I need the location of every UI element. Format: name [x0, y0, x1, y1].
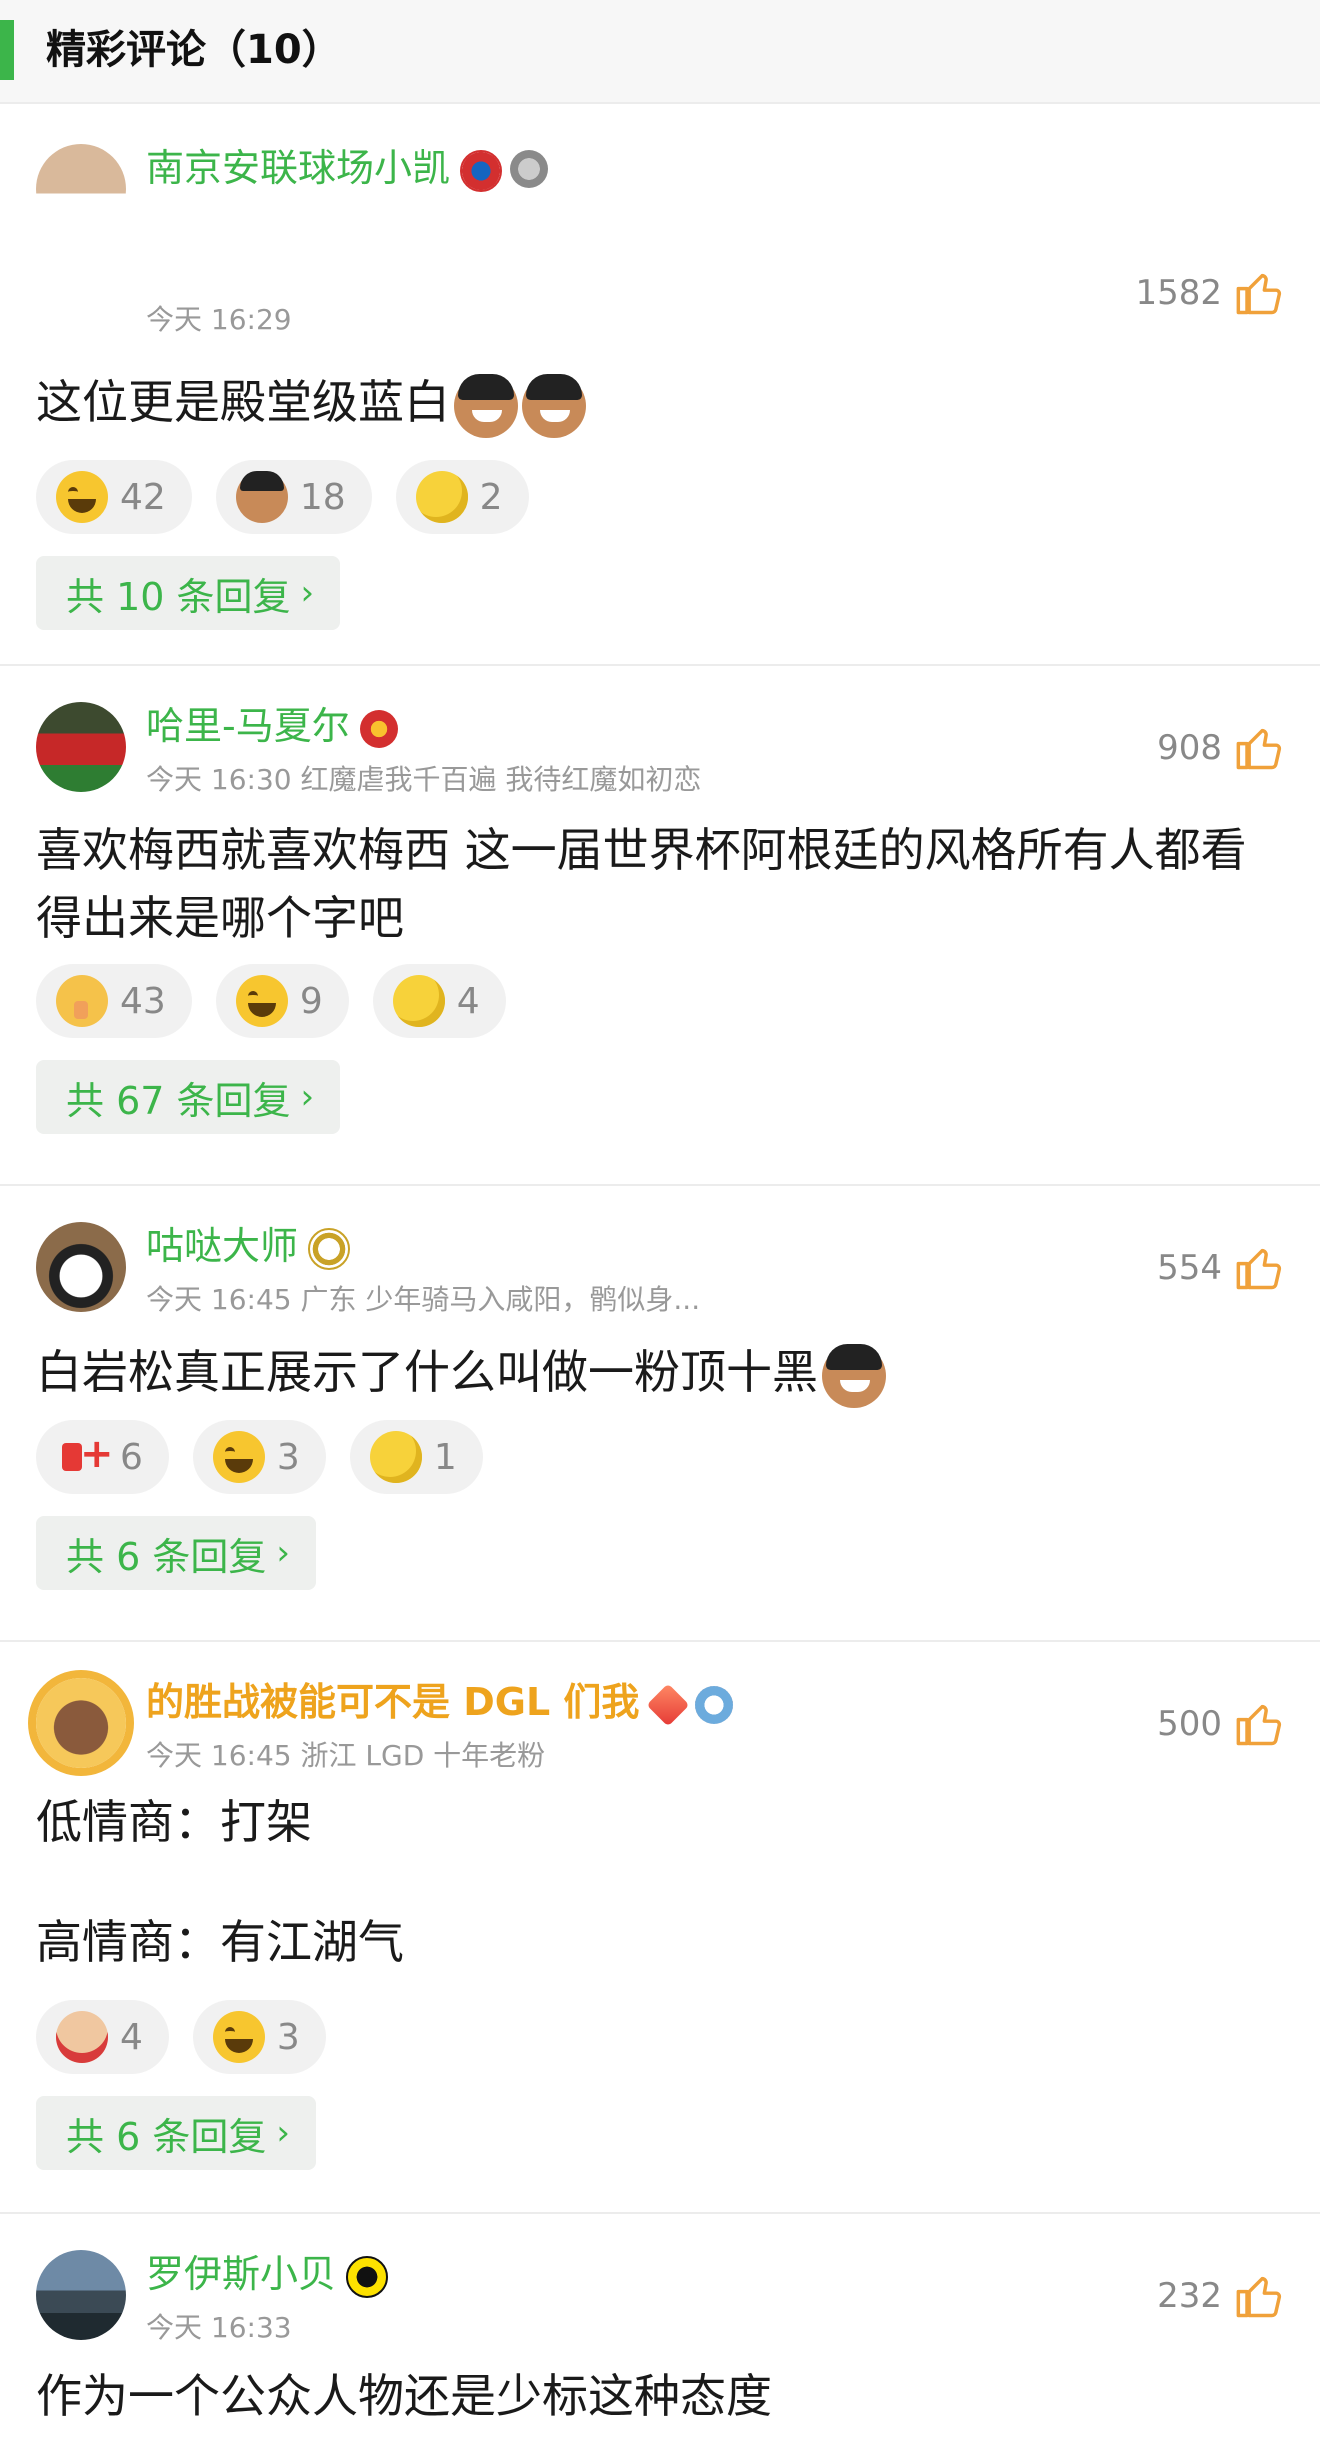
comment-username[interactable]: 罗伊斯小贝	[146, 2250, 389, 2298]
reaction-chip[interactable]: 1	[349, 1420, 483, 1494]
reaction-bar: 4 3	[36, 2000, 326, 2074]
thumbs-up-icon	[1236, 1248, 1282, 1290]
diamond-badge-icon	[646, 1683, 690, 1726]
cap-face-icon	[522, 373, 586, 438]
reaction-chip[interactable]: 43	[36, 964, 192, 1038]
reaction-chip[interactable]: 3	[192, 2000, 326, 2074]
view-replies-button[interactable]: 共 10 条回复 ›	[36, 556, 341, 630]
laugh-cry-icon	[56, 471, 108, 523]
reaction-chip[interactable]: 4	[36, 2000, 169, 2074]
comment-meta: 今天 16:30 红魔虐我千百遍 我待红魔如初恋	[146, 763, 702, 796]
comment-item: 南京安联球场小凯 今天 16:29 1582 这位更是殿堂级蓝白 42 18 2…	[0, 104, 1320, 666]
comment-username[interactable]: 南京安联球场小凯	[146, 144, 549, 192]
reaction-chip[interactable]: 3	[192, 1420, 326, 1494]
like-button[interactable]: 908	[1157, 722, 1286, 774]
laugh-cry-icon	[235, 975, 288, 1027]
thumbs-up-icon	[1236, 273, 1282, 315]
bvb-badge-icon	[346, 2255, 389, 2298]
laugh-cry-icon	[212, 2011, 265, 2063]
reaction-chip[interactable]: 6	[36, 1420, 169, 1494]
reaction-chip[interactable]: 9	[215, 964, 349, 1038]
cap-face-icon	[235, 471, 288, 523]
comment-username[interactable]: 哈里-马夏尔	[146, 702, 398, 750]
comment-meta: 今天 16:45 浙江 LGD 十年老粉	[146, 1739, 546, 1772]
thumbs-up-icon	[1236, 728, 1282, 770]
comment-meta: 今天 16:45 广东 少年骑马入咸阳，鹘似身...	[146, 1283, 701, 1316]
view-replies-button[interactable]: 共 6 条回复 ›	[36, 2096, 316, 2170]
replies-label: 共 6 条回复	[66, 2114, 267, 2159]
comment-item: 哈里-马夏尔 今天 16:30 红魔虐我千百遍 我待红魔如初恋 908 喜欢梅西…	[0, 666, 1320, 1186]
lemon-icon	[392, 975, 445, 1027]
avatar[interactable]	[36, 702, 126, 792]
facepalm-cartoon-icon	[56, 2011, 108, 2063]
comment-item: 咕哒大师 今天 16:45 广东 少年骑马入咸阳，鹘似身... 554 白岩松真…	[0, 1186, 1320, 1642]
view-replies-button[interactable]: 共 6 条回复 ›	[36, 1516, 316, 1590]
replies-label: 共 10 条回复	[66, 574, 291, 619]
thumbs-up-icon	[1236, 1704, 1282, 1746]
thumbs-up-icon	[1236, 2276, 1282, 2318]
like-count: 908	[1157, 728, 1222, 768]
section-header: 精彩评论（10）	[0, 0, 1320, 104]
reaction-bar: 6 3 1	[36, 1420, 483, 1494]
reaction-bar: 42 18 2	[36, 460, 529, 534]
real-madrid-badge-icon	[308, 1227, 351, 1270]
like-count: 554	[1157, 1248, 1222, 1288]
comment-text: 这位更是殿堂级蓝白	[36, 368, 1260, 438]
comment-text: 喜欢梅西就喜欢梅西 这一届世界杯阿根廷的风格所有人都看得出来是哪个字吧	[36, 823, 1247, 945]
laugh-cry-icon	[212, 1431, 265, 1483]
comment-username[interactable]: 咕哒大师	[146, 1222, 351, 1270]
like-button[interactable]: 554	[1157, 1242, 1286, 1294]
man-city-badge-icon	[695, 1685, 734, 1724]
comment-text: 白岩松真正展示了什么叫做一粉顶十黑	[36, 1338, 1260, 1408]
chevron-right-icon: ›	[300, 573, 315, 613]
replies-label: 共 67 条回复	[66, 1078, 291, 1123]
cap-face-icon	[822, 1343, 886, 1408]
fc-bayern-badge-icon	[460, 149, 503, 192]
comment-meta: 今天 16:29	[146, 303, 292, 336]
comment-item: 的胜战被能可不是 DGL 们我 今天 16:45 浙江 LGD 十年老粉 500…	[0, 1642, 1320, 2214]
comment-item: 罗伊斯小贝 今天 16:33 232 作为一个公众人物还是少标这种态度	[0, 2214, 1320, 2460]
comment-text: 低情商：打架 高情商：有江湖气	[36, 1795, 404, 1969]
avatar[interactable]	[36, 1222, 126, 1312]
shush-icon	[56, 975, 108, 1027]
chevron-right-icon: ›	[276, 2113, 290, 2153]
reaction-bar: 43 9 4	[36, 964, 506, 1038]
plus-one-icon	[56, 1431, 114, 1483]
replies-label: 共 6 条回复	[66, 1534, 267, 1579]
lemon-icon	[415, 471, 468, 523]
avatar[interactable]	[36, 1678, 126, 1768]
section-accent-bar	[0, 20, 14, 80]
like-count: 1582	[1135, 273, 1222, 313]
avatar[interactable]	[36, 144, 126, 234]
like-button[interactable]: 500	[1157, 1698, 1286, 1750]
comment-meta: 今天 16:33	[146, 2311, 292, 2344]
lemon-icon	[369, 1431, 422, 1483]
like-count: 232	[1157, 2276, 1222, 2316]
like-button[interactable]: 1582	[1135, 267, 1286, 319]
chevron-right-icon: ›	[276, 1533, 290, 1573]
reaction-chip[interactable]: 2	[395, 460, 529, 534]
cap-face-icon	[454, 373, 518, 438]
avatar[interactable]	[36, 2250, 126, 2340]
comment-text: 作为一个公众人物还是少标这种态度	[36, 2369, 772, 2423]
like-count: 500	[1157, 1704, 1222, 1744]
reaction-chip[interactable]: 4	[372, 964, 506, 1038]
reaction-chip[interactable]: 42	[36, 460, 192, 534]
section-title: 精彩评论（10）	[46, 27, 342, 73]
chevron-right-icon: ›	[300, 1077, 315, 1117]
reaction-chip[interactable]: 18	[215, 460, 372, 534]
comment-username[interactable]: 的胜战被能可不是 DGL 们我	[146, 1678, 734, 1726]
trophy-badge-icon	[510, 149, 549, 188]
like-button[interactable]: 232	[1157, 2270, 1286, 2322]
man-united-badge-icon	[359, 709, 398, 748]
view-replies-button[interactable]: 共 67 条回复 ›	[36, 1060, 341, 1134]
